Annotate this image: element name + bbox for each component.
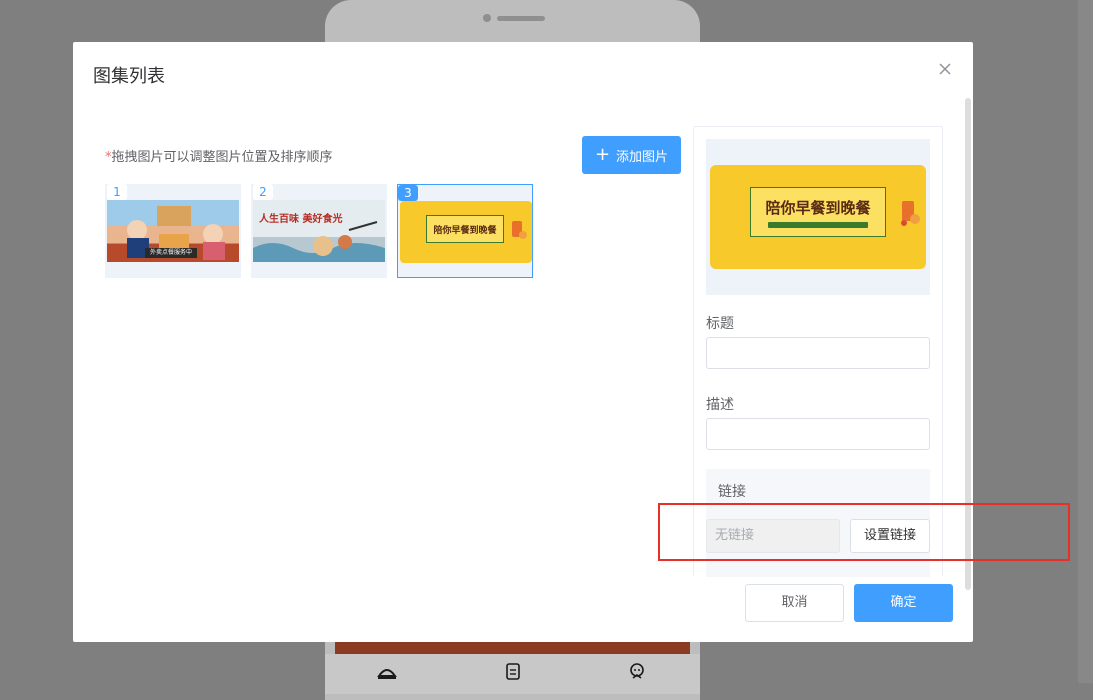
preview-banner-frame: 陪你早餐到晚餐 xyxy=(750,187,886,237)
face-icon xyxy=(627,662,647,680)
thumbnail-caption-2: 人生百味 美好食光 xyxy=(259,214,343,225)
dialog-title: 图集列表 xyxy=(93,66,165,87)
description-input[interactable] xyxy=(706,418,930,450)
confirm-button[interactable]: 确定 xyxy=(854,584,953,622)
drag-hint-text: 拖拽图片可以调整图片位置及排序顺序 xyxy=(111,150,333,165)
clipboard-icon xyxy=(503,662,523,680)
preview-banner-wrap: 陪你早餐到晚餐 xyxy=(706,139,930,295)
description-label: 描述 xyxy=(706,397,734,413)
preview-banner: 陪你早餐到晚餐 xyxy=(710,165,926,269)
thumbnail-number-2: 2 xyxy=(253,184,273,200)
preview-banner-text: 陪你早餐到晚餐 xyxy=(765,198,871,217)
gallery-thumbnail-2[interactable]: 人生百味 美好食光 2 xyxy=(251,184,387,278)
gallery-thumbnail-3[interactable]: 陪你早餐到晚餐 3 xyxy=(397,184,533,278)
thumbnail-image-3: 陪你早餐到晚餐 xyxy=(400,201,532,263)
thumbnail-image-2: 人生百味 美好食光 xyxy=(253,200,385,262)
thumbnail-image-1: 外卖点餐服务中 xyxy=(107,200,239,262)
annotation-highlight-box xyxy=(658,503,1070,561)
cancel-button[interactable]: 取消 xyxy=(745,584,844,622)
title-input[interactable] xyxy=(706,337,930,369)
cloche-icon xyxy=(377,662,397,680)
plus-icon: + xyxy=(594,144,611,165)
close-icon[interactable] xyxy=(937,62,953,78)
thumbnail-number-1: 1 xyxy=(107,184,127,200)
drag-hint: *拖拽图片可以调整图片位置及排序顺序 xyxy=(105,146,333,165)
title-label: 标题 xyxy=(706,316,734,332)
thumbnail-caption-3: 陪你早餐到晚餐 xyxy=(426,215,504,243)
preview-banner-subline xyxy=(768,221,868,228)
background-right-strip xyxy=(1078,0,1093,683)
drink-icon xyxy=(901,201,920,226)
thumbnail-caption-1: 外卖点餐服务中 xyxy=(145,248,197,258)
add-image-label: 添加图片 xyxy=(616,149,669,165)
thumbnail-number-3: 3 xyxy=(398,185,418,201)
add-image-button[interactable]: + 添加图片 xyxy=(582,136,681,174)
link-label: 链接 xyxy=(718,484,746,500)
gallery-thumbnail-1[interactable]: 外卖点餐服务中 1 xyxy=(105,184,241,278)
